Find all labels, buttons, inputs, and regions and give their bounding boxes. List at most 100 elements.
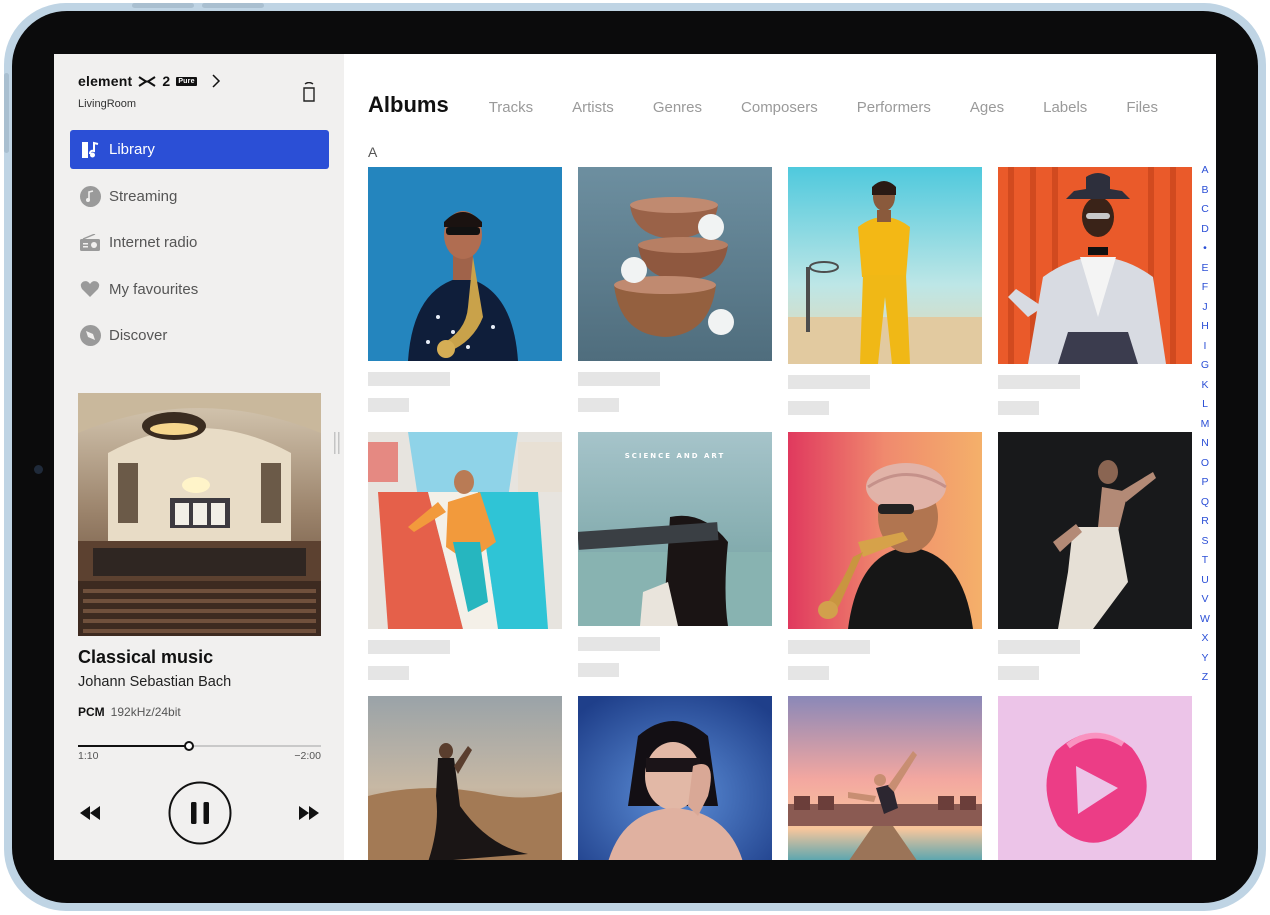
- sidebar-resize-handle[interactable]: [334, 432, 340, 454]
- album-artist-placeholder: [788, 401, 829, 415]
- brand-model: 2: [162, 73, 171, 89]
- album-art-caption: SCIENCE AND ART: [625, 452, 726, 460]
- album-art: [998, 167, 1192, 364]
- album-card[interactable]: SCIENCE AND ART: [578, 432, 772, 677]
- alphabet-index-letter[interactable]: M: [1199, 415, 1211, 435]
- album-card[interactable]: [998, 696, 1192, 860]
- alphabet-index-letter[interactable]: K: [1199, 376, 1211, 396]
- alphabet-index-letter[interactable]: P: [1199, 473, 1211, 493]
- brand-name: element: [78, 73, 133, 89]
- room-name: LivingRoom: [78, 98, 137, 110]
- tab-files[interactable]: Files: [1126, 99, 1158, 116]
- alphabet-index-letter[interactable]: H: [1199, 317, 1211, 337]
- alphabet-index-letter[interactable]: •: [1199, 239, 1211, 259]
- tab-ages[interactable]: Ages: [970, 99, 1004, 116]
- tab-labels[interactable]: Labels: [1043, 99, 1087, 116]
- tab-composers[interactable]: Composers: [741, 99, 818, 116]
- alphabet-index-letter[interactable]: T: [1199, 551, 1211, 571]
- elapsed-time: 1:10: [78, 750, 99, 762]
- alphabet-index-letter[interactable]: W: [1199, 610, 1211, 630]
- album-artist-placeholder: [368, 666, 409, 680]
- alphabet-index-letter[interactable]: E: [1199, 259, 1211, 279]
- album-title-placeholder: [788, 375, 870, 389]
- library-tabs: Albums Tracks Artists Genres Composers P…: [368, 92, 1197, 118]
- alphabet-index-letter[interactable]: N: [1199, 434, 1211, 454]
- sidebar-item-label: Internet radio: [109, 234, 198, 251]
- sidebar-item-internet-radio[interactable]: Internet radio: [70, 223, 329, 262]
- alphabet-index-letter[interactable]: V: [1199, 590, 1211, 610]
- now-playing-title: Classical music: [78, 647, 214, 667]
- alphabet-index-letter[interactable]: Q: [1199, 493, 1211, 513]
- album-artist-placeholder: [998, 666, 1039, 680]
- alphabet-index-letter[interactable]: L: [1199, 395, 1211, 415]
- album-title-placeholder: [368, 640, 450, 654]
- progress-fill: [78, 745, 189, 747]
- remaining-time: −2:00: [294, 750, 321, 762]
- progress-knob[interactable]: [183, 741, 194, 751]
- alphabet-index[interactable]: A B C D • E F J H I G K L M N O P Q R S T U V W X Y Z: [1199, 161, 1211, 688]
- alphabet-index-letter[interactable]: Z: [1199, 668, 1211, 688]
- album-art: [788, 432, 982, 629]
- album-art: [998, 432, 1192, 629]
- album-artist-placeholder: [368, 398, 409, 412]
- playback-progress-slider[interactable]: [78, 739, 321, 753]
- audio-format: PCM 192kHz/24bit: [78, 705, 181, 719]
- section-letter-heading: A: [368, 144, 378, 160]
- app-screen: element 2 Pure LivingRoom Library Stream…: [54, 54, 1216, 860]
- tab-albums[interactable]: Albums: [368, 92, 449, 118]
- album-card[interactable]: [788, 432, 982, 680]
- alphabet-index-letter[interactable]: O: [1199, 454, 1211, 474]
- album-card[interactable]: [998, 432, 1192, 680]
- album-title-placeholder: [578, 637, 660, 651]
- now-playing-cover[interactable]: [78, 393, 321, 636]
- album-card[interactable]: [368, 432, 562, 680]
- library-icon: [79, 139, 101, 161]
- album-card[interactable]: [788, 167, 982, 415]
- alphabet-index-letter[interactable]: F: [1199, 278, 1211, 298]
- alphabet-index-letter[interactable]: U: [1199, 571, 1211, 591]
- alphabet-index-letter[interactable]: A: [1199, 161, 1211, 181]
- element-x-logo-icon: [138, 75, 156, 87]
- album-card[interactable]: [368, 167, 562, 412]
- compass-icon: [79, 325, 101, 347]
- pause-button[interactable]: [168, 781, 232, 845]
- alphabet-index-letter[interactable]: G: [1199, 356, 1211, 376]
- alphabet-index-letter[interactable]: I: [1199, 337, 1211, 357]
- sidebar-item-discover[interactable]: Discover: [70, 316, 329, 355]
- quality-label: 192kHz/24bit: [110, 705, 181, 719]
- alphabet-index-letter[interactable]: B: [1199, 181, 1211, 201]
- tab-tracks[interactable]: Tracks: [489, 99, 533, 116]
- tab-performers[interactable]: Performers: [857, 99, 931, 116]
- sidebar-item-library[interactable]: Library: [70, 130, 329, 169]
- device-selector[interactable]: element 2 Pure: [78, 73, 221, 89]
- alphabet-index-letter[interactable]: Y: [1199, 649, 1211, 669]
- alphabet-index-letter[interactable]: R: [1199, 512, 1211, 532]
- album-card[interactable]: [368, 696, 562, 860]
- album-artist-placeholder: [788, 666, 829, 680]
- alphabet-index-letter[interactable]: J: [1199, 298, 1211, 318]
- album-art: [788, 167, 982, 364]
- album-art: [998, 696, 1192, 860]
- queue-icon[interactable]: [302, 82, 316, 102]
- next-button[interactable]: [299, 806, 319, 820]
- tab-genres[interactable]: Genres: [653, 99, 702, 116]
- pause-icon: [191, 802, 209, 824]
- sidebar-item-label: My favourites: [109, 280, 199, 298]
- chevron-right-icon: [212, 74, 220, 88]
- album-art: [368, 696, 562, 860]
- tab-artists[interactable]: Artists: [572, 99, 614, 116]
- alphabet-index-letter[interactable]: S: [1199, 532, 1211, 552]
- alphabet-index-letter[interactable]: D: [1199, 220, 1211, 240]
- sidebar-item-streaming[interactable]: Streaming: [70, 177, 329, 216]
- album-card[interactable]: [998, 167, 1192, 415]
- album-card[interactable]: [788, 696, 982, 860]
- album-title-placeholder: [578, 372, 660, 386]
- alphabet-index-letter[interactable]: C: [1199, 200, 1211, 220]
- alphabet-index-letter[interactable]: X: [1199, 629, 1211, 649]
- album-card[interactable]: [578, 696, 772, 860]
- format-label: PCM: [78, 705, 105, 719]
- sidebar-item-my-favourites[interactable]: My favourites: [70, 270, 329, 309]
- volume-up-button: [132, 3, 194, 8]
- previous-button[interactable]: [80, 806, 100, 820]
- album-card[interactable]: [578, 167, 772, 412]
